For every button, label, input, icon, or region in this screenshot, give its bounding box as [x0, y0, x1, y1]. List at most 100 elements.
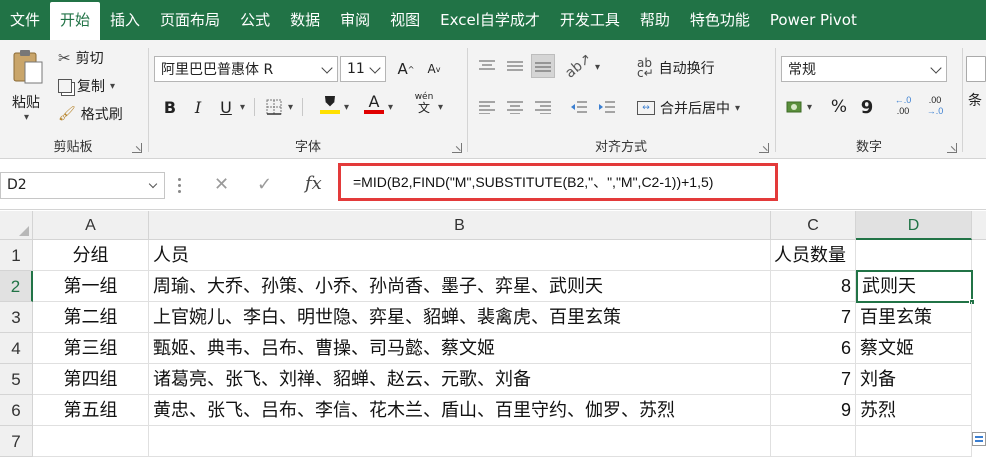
cell-d7[interactable] — [856, 426, 972, 457]
column-header-b[interactable]: B — [149, 211, 771, 240]
accounting-dropdown-icon[interactable]: ▾ — [807, 102, 812, 113]
tab-formulas[interactable]: 公式 — [230, 0, 280, 40]
comma-button[interactable]: 9 — [855, 95, 879, 119]
tab-developer[interactable]: 开发工具 — [550, 0, 630, 40]
cell-c5[interactable]: 7 — [771, 364, 856, 395]
font-color-dropdown-icon[interactable]: ▾ — [388, 102, 393, 113]
increase-decimal-button[interactable]: ←.0 .00 — [889, 95, 917, 121]
cell-b2[interactable]: 周瑜、大乔、孙策、小乔、孙尚香、墨子、弈星、武则天 — [149, 271, 771, 302]
tab-power-pivot[interactable]: Power Pivot — [760, 0, 867, 40]
font-size-select[interactable]: 11 — [340, 56, 386, 82]
cell-a3[interactable]: 第二组 — [33, 302, 149, 333]
borders-dropdown-icon[interactable]: ▾ — [288, 102, 293, 113]
cell-d5[interactable]: 刘备 — [856, 364, 972, 395]
column-header-c[interactable]: C — [771, 211, 856, 240]
phonetic-dropdown-icon[interactable]: ▾ — [438, 102, 443, 113]
fill-color-dropdown-icon[interactable]: ▾ — [344, 102, 349, 113]
font-launcher-icon[interactable] — [452, 143, 462, 153]
tab-view[interactable]: 视图 — [380, 0, 430, 40]
decrease-indent-button[interactable] — [567, 95, 591, 119]
percent-button[interactable]: % — [827, 95, 851, 119]
formula-bar-resize-handle[interactable] — [178, 178, 182, 194]
select-all-button[interactable] — [0, 211, 33, 240]
tab-special-features[interactable]: 特色功能 — [680, 0, 760, 40]
insert-function-button[interactable]: fx — [305, 173, 322, 194]
cell-c1[interactable]: 人员数量 — [771, 240, 856, 271]
underline-dropdown-icon[interactable]: ▾ — [240, 102, 245, 113]
cell-c7[interactable] — [771, 426, 856, 457]
clipboard-launcher-icon[interactable] — [132, 143, 142, 153]
align-bottom-button[interactable] — [531, 54, 555, 78]
row-header-7[interactable]: 7 — [0, 426, 33, 457]
align-right-button[interactable] — [531, 95, 555, 119]
confirm-entry-button[interactable]: ✓ — [257, 174, 272, 195]
cell-c3[interactable]: 7 — [771, 302, 856, 333]
phonetic-button[interactable]: wén 文 — [412, 92, 436, 120]
font-name-select[interactable]: 阿里巴巴普惠体 R — [154, 56, 338, 82]
cell-a6[interactable]: 第五组 — [33, 395, 149, 426]
cell-d1[interactable] — [856, 240, 972, 271]
cell-b4[interactable]: 甄姬、典韦、吕布、曹操、司马懿、蔡文姬 — [149, 333, 771, 364]
cell-a1[interactable]: 分组 — [33, 240, 149, 271]
copy-button[interactable]: 复制 ▾ — [58, 76, 115, 96]
shrink-font-button[interactable]: Av — [422, 57, 446, 81]
cell-b5[interactable]: 诸葛亮、张飞、刘禅、貂蝉、赵云、元歌、刘备 — [149, 364, 771, 395]
alignment-launcher-icon[interactable] — [759, 143, 769, 153]
cell-c2[interactable]: 8 — [771, 271, 856, 302]
accounting-format-button[interactable] — [783, 95, 807, 119]
cell-a2[interactable]: 第一组 — [33, 271, 149, 302]
row-header-1[interactable]: 1 — [0, 240, 33, 271]
merge-dropdown-icon[interactable]: ▾ — [735, 103, 740, 114]
paste-dropdown-icon[interactable]: ▾ — [24, 112, 29, 123]
cell-d4[interactable]: 蔡文姬 — [856, 333, 972, 364]
fill-color-button[interactable]: ⛊ — [318, 92, 342, 116]
align-top-button[interactable] — [475, 54, 499, 78]
cell-a7[interactable] — [33, 426, 149, 457]
tab-file[interactable]: 文件 — [0, 0, 50, 40]
row-header-6[interactable]: 6 — [0, 395, 33, 426]
column-header-d[interactable]: D — [856, 211, 972, 240]
align-middle-button[interactable] — [503, 54, 527, 78]
cell-d3[interactable]: 百里玄策 — [856, 302, 972, 333]
tab-excel-self-study[interactable]: Excel自学成才 — [430, 0, 550, 40]
format-painter-button[interactable]: 🖌 格式刷 — [58, 104, 123, 124]
tab-data[interactable]: 数据 — [280, 0, 330, 40]
formula-input[interactable]: =MID(B2,FIND("M",SUBSTITUTE(B2,"、","M",C… — [338, 163, 778, 201]
name-box[interactable]: D2 — [0, 172, 165, 199]
number-launcher-icon[interactable] — [947, 143, 957, 153]
number-format-select[interactable]: 常规 — [781, 56, 947, 82]
conditional-format-icon[interactable] — [966, 56, 986, 82]
tab-page-layout[interactable]: 页面布局 — [150, 0, 230, 40]
tab-insert[interactable]: 插入 — [100, 0, 150, 40]
cell-a5[interactable]: 第四组 — [33, 364, 149, 395]
cell-d6[interactable]: 苏烈 — [856, 395, 972, 426]
cell-b3[interactable]: 上官婉儿、李白、明世隐、弈星、貂蝉、裴禽虎、百里玄策 — [149, 302, 771, 333]
align-center-button[interactable] — [503, 95, 527, 119]
font-color-button[interactable]: A — [362, 92, 386, 116]
orientation-dropdown-icon[interactable]: ▾ — [595, 62, 600, 73]
decrease-decimal-button[interactable]: .00 →.0 — [921, 95, 949, 121]
cell-a4[interactable]: 第三组 — [33, 333, 149, 364]
borders-button[interactable] — [262, 95, 286, 119]
column-header-e[interactable] — [972, 211, 986, 240]
wrap-text-button[interactable]: ab c↵ 自动换行 — [637, 57, 715, 79]
merge-center-button[interactable]: ↔ 合并后居中 ▾ — [637, 98, 740, 118]
cell-b6[interactable]: 黄忠、张飞、吕布、李信、花木兰、盾山、百里守约、伽罗、苏烈 — [149, 395, 771, 426]
orientation-button[interactable]: ab↗ — [563, 50, 596, 81]
copy-dropdown-icon[interactable]: ▾ — [110, 81, 115, 92]
align-left-button[interactable] — [475, 95, 499, 119]
bold-button[interactable]: B — [158, 95, 182, 119]
tab-review[interactable]: 审阅 — [330, 0, 380, 40]
cell-b7[interactable] — [149, 426, 771, 457]
cell-c6[interactable]: 9 — [771, 395, 856, 426]
increase-indent-button[interactable] — [595, 95, 619, 119]
grow-font-button[interactable]: A ^ — [394, 57, 418, 81]
italic-button[interactable]: I — [186, 95, 210, 119]
cancel-entry-button[interactable]: ✕ — [214, 174, 229, 195]
paste-button[interactable]: 粘贴 ▾ — [6, 46, 50, 126]
tab-help[interactable]: 帮助 — [630, 0, 680, 40]
cell-c4[interactable]: 6 — [771, 333, 856, 364]
row-header-2[interactable]: 2 — [0, 271, 33, 302]
row-header-3[interactable]: 3 — [0, 302, 33, 333]
cell-d2[interactable]: 武则天 — [856, 270, 973, 303]
